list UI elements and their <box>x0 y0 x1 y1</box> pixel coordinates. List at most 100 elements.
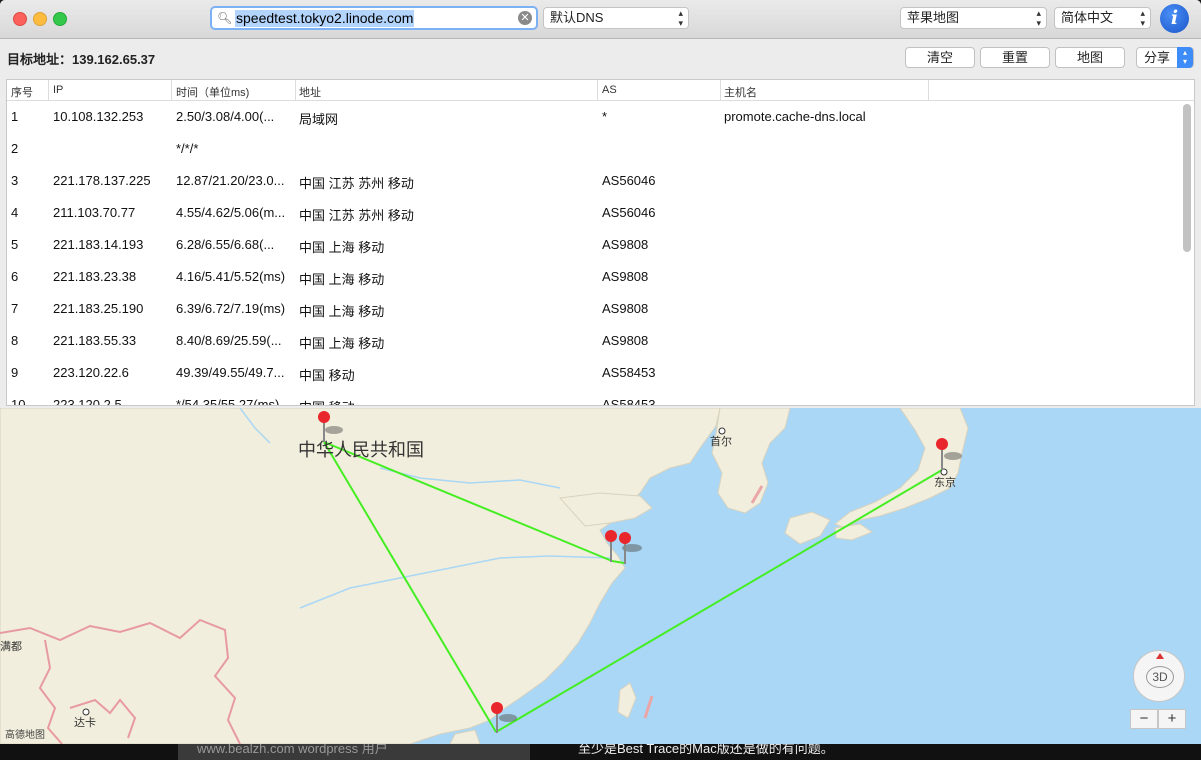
city-label-thimphu: 满都 <box>0 640 22 653</box>
cell-ip: 223.120.2.5 <box>53 397 122 406</box>
city-label-seoul: 首尔 <box>710 434 732 448</box>
reset-button[interactable]: 重置 <box>980 47 1050 68</box>
search-input-value[interactable]: speedtest.tokyo2.linode.com <box>235 10 415 27</box>
cell-address: 中国 上海 移动 <box>299 240 385 255</box>
cell-time: 4.55/4.62/5.06(m... <box>176 205 286 220</box>
city-marker <box>82 708 90 716</box>
trace-table: 序号 IP 时间（单位ms) 地址 AS 主机名 1 10.108.132.253… <box>6 79 1195 406</box>
map-view[interactable]: 中华人民共和国 首尔 东京 达卡 满都 高德地图 <box>0 408 1201 744</box>
select-arrows-icon: ▴ ▾ <box>1036 8 1041 28</box>
cell-address: 中国 上海 移动 <box>299 272 385 287</box>
column-header-time[interactable]: 时间（单位ms) <box>176 84 249 100</box>
cell-hostname: promote.cache-dns.local <box>724 109 866 124</box>
clear-search-icon[interactable]: ✕ <box>518 11 532 25</box>
cell-index: 10 <box>11 397 26 406</box>
table-row[interactable]: 8 221.183.55.33 8.40/8.69/25.59(... 中国 上海 移… <box>7 328 1177 360</box>
table-row[interactable]: 10 223.120.2.5 */54.35/55.27(ms) 中国 移动 AS584… <box>7 392 1177 406</box>
map-provider-select[interactable]: 苹果地图 ▴ ▾ <box>900 7 1047 29</box>
table-row[interactable]: 2 */*/* <box>7 136 1177 168</box>
table-row[interactable]: 3 221.178.137.225 12.87/21.20/23.0... 中国 江苏… <box>7 168 1177 200</box>
table-header: 序号 IP 时间（单位ms) 地址 AS 主机名 <box>7 80 1194 101</box>
table-row[interactable]: 1 10.108.132.253 2.50/3.08/4.00(... 局域网 * pro… <box>7 104 1177 136</box>
cell-address: 中国 移动 <box>299 368 355 383</box>
cell-as: AS58453 <box>602 397 656 406</box>
dns-select-value: 默认DNS <box>550 10 604 25</box>
column-header-index[interactable]: 序号 <box>11 84 33 100</box>
cell-index: 1 <box>11 109 19 124</box>
cell-ip: 10.108.132.253 <box>53 109 144 124</box>
cell-ip: 211.103.70.77 <box>53 205 136 220</box>
cell-ip: 221.183.55.33 <box>53 333 137 348</box>
compass-3d-control[interactable]: 3D <box>1133 650 1185 702</box>
share-button[interactable]: 分享 ▴ ▾ <box>1136 47 1194 68</box>
cell-address: 中国 上海 移动 <box>299 336 385 351</box>
cell-as: AS9808 <box>602 333 649 348</box>
map-attribution: 高德地图 <box>5 728 45 741</box>
language-select[interactable]: 简体中文 ▴ ▾ <box>1054 7 1151 29</box>
column-header-hostname[interactable]: 主机名 <box>724 84 757 100</box>
background-text-left: www.bealzh.com wordpress 用户 <box>197 744 388 756</box>
column-header-as[interactable]: AS <box>602 84 617 96</box>
cell-time: */54.35/55.27(ms) <box>176 397 280 406</box>
cell-index: 4 <box>11 205 19 220</box>
cell-index: 8 <box>11 333 19 348</box>
cell-index: 9 <box>11 365 19 380</box>
cell-ip: 221.183.23.38 <box>53 269 137 284</box>
map-provider-value: 苹果地图 <box>907 10 960 25</box>
cell-time: 6.28/6.55/6.68(... <box>176 237 275 252</box>
cell-time: 6.39/6.72/7.19(ms) <box>176 301 286 316</box>
info-icon[interactable]: i <box>1160 4 1189 33</box>
map-button[interactable]: 地图 <box>1055 47 1125 68</box>
app-window: 🔍︎ speedtest.tokyo2.linode.com ✕ 默认DNS ▴… <box>0 0 1201 744</box>
cell-as: * <box>602 109 608 124</box>
hainan-land <box>449 729 481 744</box>
table-row[interactable]: 6 221.183.23.38 4.16/5.41/5.52(ms) 中国 上海 移动… <box>7 264 1177 296</box>
korea-land <box>711 408 791 514</box>
cell-index: 3 <box>11 173 19 188</box>
country-label: 中华人民共和国 <box>298 440 424 460</box>
cell-as: AS56046 <box>602 173 656 188</box>
cell-time: 49.39/49.55/49.7... <box>176 365 285 380</box>
cell-ip: 221.183.14.193 <box>53 237 144 252</box>
select-arrows-icon: ▴ ▾ <box>678 8 683 28</box>
select-arrows-icon: ▴ ▾ <box>1140 8 1145 28</box>
select-arrows-icon: ▴ ▾ <box>1177 47 1193 68</box>
cell-ip: 223.120.22.6 <box>53 365 129 380</box>
zoom-window-button[interactable] <box>53 12 67 26</box>
close-window-button[interactable] <box>13 12 27 26</box>
japan-land <box>834 408 969 529</box>
cell-index: 7 <box>11 301 19 316</box>
clear-button[interactable]: 清空 <box>905 47 975 68</box>
cell-time: 4.16/5.41/5.52(ms) <box>176 269 286 284</box>
cell-as: AS58453 <box>602 365 656 380</box>
city-label-dhaka: 达卡 <box>74 716 96 729</box>
column-header-ip[interactable]: IP <box>53 84 63 96</box>
cell-address: 中国 江苏 苏州 移动 <box>299 208 414 223</box>
zoom-out-button[interactable]: − <box>1130 709 1158 729</box>
cell-address: 中国 上海 移动 <box>299 304 385 319</box>
cell-as: AS56046 <box>602 205 656 220</box>
cell-ip: 221.178.137.225 <box>53 173 151 188</box>
cell-as: AS9808 <box>602 269 649 284</box>
cell-address: 中国 江苏 苏州 移动 <box>299 176 414 191</box>
language-value: 简体中文 <box>1061 10 1114 25</box>
cell-index: 6 <box>11 269 19 284</box>
table-row[interactable]: 7 221.183.25.190 6.39/6.72/7.19(ms) 中国 上海 移… <box>7 296 1177 328</box>
pin-group[interactable] <box>605 530 642 564</box>
minimize-window-button[interactable] <box>33 12 47 26</box>
target-address-label: 目标地址：139.162.65.37 <box>7 52 156 67</box>
map-canvas: 中华人民共和国 首尔 东京 达卡 满都 高德地图 <box>0 408 969 744</box>
north-indicator-icon <box>1156 653 1164 659</box>
table-row[interactable]: 5 221.183.14.193 6.28/6.55/6.68(... 中国 上海 移… <box>7 232 1177 264</box>
table-scrollbar[interactable] <box>1183 104 1191 252</box>
dns-select[interactable]: 默认DNS ▴ ▾ <box>543 7 689 29</box>
toolbar: 🔍︎ speedtest.tokyo2.linode.com ✕ 默认DNS ▴… <box>0 0 1201 39</box>
zoom-in-button[interactable]: + <box>1158 709 1186 729</box>
cell-as: AS9808 <box>602 301 649 316</box>
target-search-field[interactable]: 🔍︎ speedtest.tokyo2.linode.com ✕ <box>210 6 538 30</box>
column-header-address[interactable]: 地址 <box>299 84 321 100</box>
cell-time: 2.50/3.08/4.00(... <box>176 109 275 124</box>
table-row[interactable]: 4 211.103.70.77 4.55/4.62/5.06(m... 中国 江苏 苏… <box>7 200 1177 232</box>
table-row[interactable]: 9 223.120.22.6 49.39/49.55/49.7... 中国 移动 AS5… <box>7 360 1177 392</box>
city-label-tokyo: 东京 <box>934 475 956 489</box>
